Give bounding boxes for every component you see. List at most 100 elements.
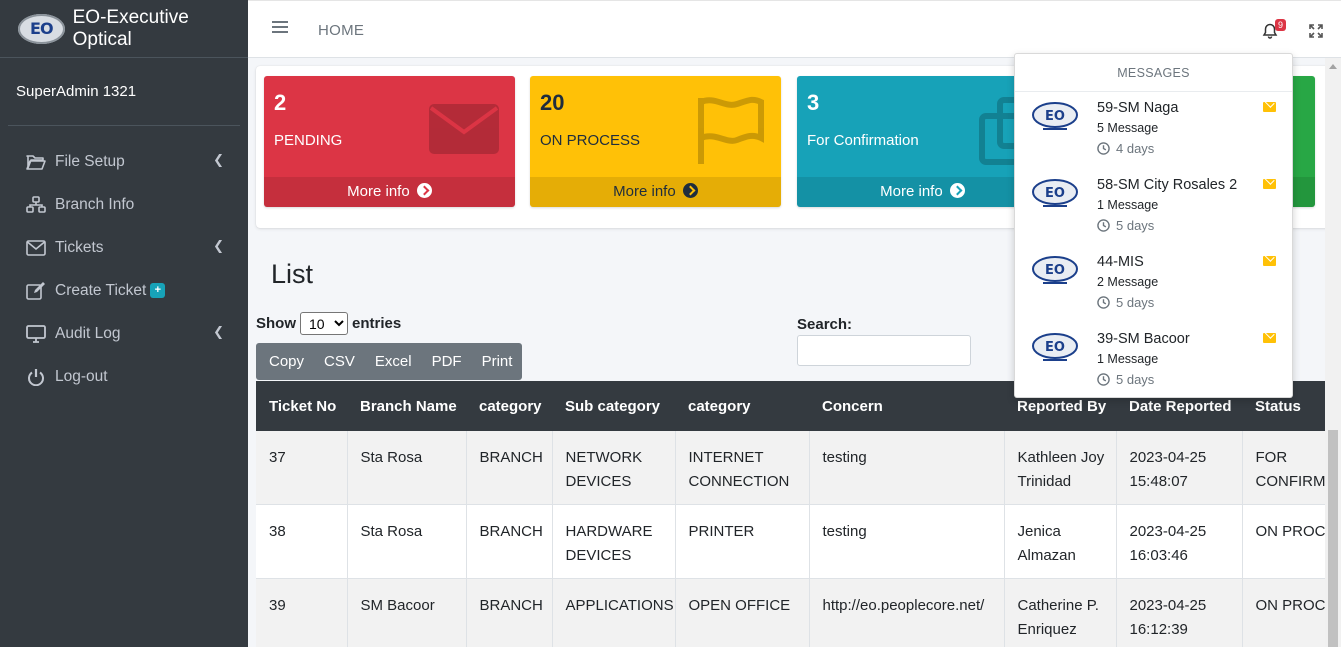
stat-value: 3	[807, 90, 820, 115]
tickets-table: Ticket No Branch Name category Sub categ…	[256, 381, 1337, 647]
branch-logo: EO	[1032, 256, 1078, 284]
table-row[interactable]: 37 Sta Rosa BRANCH NETWORK DEVICES INTER…	[256, 431, 1337, 505]
message-time: 5 days	[1097, 372, 1154, 387]
message-item[interactable]: EO 44-MIS 2 Message 5 days	[1015, 246, 1292, 323]
more-info-link[interactable]: More info	[264, 177, 515, 207]
cell-date: 2023-04-25 16:12:39	[1116, 578, 1243, 647]
more-info-link[interactable]: More info	[530, 177, 781, 207]
table-row[interactable]: 38 Sta Rosa BRANCH HARDWARE DEVICES PRIN…	[256, 504, 1337, 579]
list-title: List	[271, 259, 314, 289]
scroll-up-arrow-icon[interactable]	[1329, 64, 1337, 69]
menu-toggle-icon[interactable]	[272, 21, 288, 35]
more-info-link[interactable]: More info	[797, 177, 1048, 207]
print-button[interactable]: Print	[472, 343, 523, 380]
branch-logo: EO	[1032, 179, 1078, 207]
cell-concern: testing	[809, 504, 1005, 579]
sidebar-item-branch-info[interactable]: Branch Info	[0, 183, 248, 226]
brand-link[interactable]: EO EO-Executive Optical	[0, 0, 248, 58]
stat-label: ON PROCESS	[540, 132, 641, 149]
cell-category2: INTERNET CONNECTION	[675, 431, 810, 505]
sidebar-item-label: File Setup	[55, 152, 125, 170]
column-header[interactable]: Branch Name	[347, 381, 466, 431]
envelope-icon	[429, 104, 499, 154]
cell-reported-by: Kathleen Joy Trinidad	[1004, 431, 1117, 505]
message-item[interactable]: EO 59-SM Naga 5 Message 4 days	[1015, 92, 1292, 169]
show-entries: Show 10 entries	[256, 312, 401, 335]
column-header[interactable]: category	[466, 381, 552, 431]
entries-select[interactable]: 10	[300, 312, 348, 335]
envelope-icon	[1263, 179, 1276, 189]
cell-status: FOR CONFIRMA	[1242, 431, 1337, 505]
stat-value: 20	[540, 90, 565, 115]
chevron-left-icon: ❮	[213, 238, 224, 253]
cell-branch: Sta Rosa	[347, 504, 467, 579]
cell-concern: testing	[809, 431, 1005, 505]
cell-category2: PRINTER	[675, 504, 810, 579]
message-time: 5 days	[1097, 295, 1154, 310]
column-header[interactable]: Ticket No	[256, 381, 347, 431]
flag-icon	[698, 96, 764, 164]
message-item[interactable]: EO 39-SM Bacoor 1 Message 5 days	[1015, 323, 1292, 400]
stat-label: PENDING	[274, 132, 343, 149]
cell-date: 2023-04-25 16:03:46	[1116, 504, 1243, 579]
sidebar-item-logout[interactable]: Log-out	[0, 355, 248, 398]
folder-open-icon	[25, 152, 47, 172]
cell-concern: http://eo.peoplecore.net/	[809, 578, 1005, 647]
copy-button[interactable]: Copy	[256, 343, 314, 380]
search-input[interactable]	[797, 335, 971, 366]
message-count: 2 Message	[1097, 275, 1159, 289]
home-link[interactable]: HOME	[318, 22, 364, 39]
stat-box-pending: 2 PENDING More info	[264, 76, 515, 207]
message-sender: 58-SM City Rosales 2	[1097, 177, 1238, 193]
cell-sub-category: HARDWARE DEVICES	[552, 504, 676, 579]
sidebar-item-file-setup[interactable]: File Setup ❮	[0, 140, 248, 183]
svg-text:EO: EO	[1045, 186, 1065, 201]
sidebar-item-tickets[interactable]: Tickets ❮	[0, 226, 248, 269]
arrow-circle-right-icon	[949, 183, 965, 198]
clock-icon	[1097, 296, 1110, 309]
cell-branch: SM Bacoor	[347, 578, 467, 647]
message-count: 5 Message	[1097, 121, 1159, 135]
user-panel[interactable]: SuperAdmin 1321	[8, 58, 240, 126]
column-header[interactable]: category	[675, 381, 809, 431]
fullscreen-icon[interactable]	[1309, 24, 1323, 38]
csv-button[interactable]: CSV	[314, 343, 365, 380]
cell-category: BRANCH	[466, 504, 553, 579]
message-count: 1 Message	[1097, 198, 1159, 212]
sidebar: EO EO-Executive Optical SuperAdmin 1321 …	[0, 0, 248, 647]
power-icon	[25, 367, 47, 387]
sidebar-item-label: Branch Info	[55, 195, 135, 213]
chevron-left-icon: ❮	[213, 324, 224, 339]
sidebar-item-audit-log[interactable]: Audit Log ❮	[0, 312, 248, 355]
cell-reported-by: Jenica Almazan	[1004, 504, 1117, 579]
scrollbar-thumb[interactable]	[1328, 430, 1338, 647]
pdf-button[interactable]: PDF	[422, 343, 472, 380]
edit-icon	[25, 281, 47, 301]
new-badge: +	[150, 283, 166, 298]
desktop-icon	[25, 324, 47, 344]
clock-icon	[1097, 219, 1110, 232]
dropdown-header: MESSAGES	[1015, 54, 1292, 92]
svg-text:EO: EO	[1045, 340, 1065, 355]
svg-text:EO: EO	[1045, 109, 1065, 124]
user-name[interactable]: SuperAdmin 1321	[16, 83, 136, 100]
sidebar-nav: File Setup ❮ Branch Info Tickets ❮ Creat…	[0, 140, 248, 398]
column-header[interactable]: Sub category	[552, 381, 675, 431]
envelope-icon	[25, 238, 47, 258]
cell-ticket-no: 37	[256, 431, 348, 505]
cell-sub-category: NETWORK DEVICES	[552, 431, 676, 505]
cell-category2: OPEN OFFICE	[675, 578, 810, 647]
page-scrollbar[interactable]	[1325, 58, 1341, 647]
cell-ticket-no: 38	[256, 504, 348, 579]
excel-button[interactable]: Excel	[365, 343, 422, 380]
column-header[interactable]: Concern	[809, 381, 1004, 431]
sidebar-item-create-ticket[interactable]: Create Ticket +	[0, 269, 248, 312]
network-icon	[25, 195, 47, 215]
table-row[interactable]: 39 SM Bacoor BRANCH APPLICATIONS OPEN OF…	[256, 578, 1337, 647]
envelope-icon	[1263, 102, 1276, 112]
message-time: 4 days	[1097, 141, 1154, 156]
cell-date: 2023-04-25 15:48:07	[1116, 431, 1243, 505]
message-item[interactable]: EO 58-SM City Rosales 2 1 Message 5 days	[1015, 169, 1292, 246]
sidebar-item-label: Create Ticket	[55, 281, 147, 299]
message-sender: 59-SM Naga	[1097, 100, 1179, 116]
